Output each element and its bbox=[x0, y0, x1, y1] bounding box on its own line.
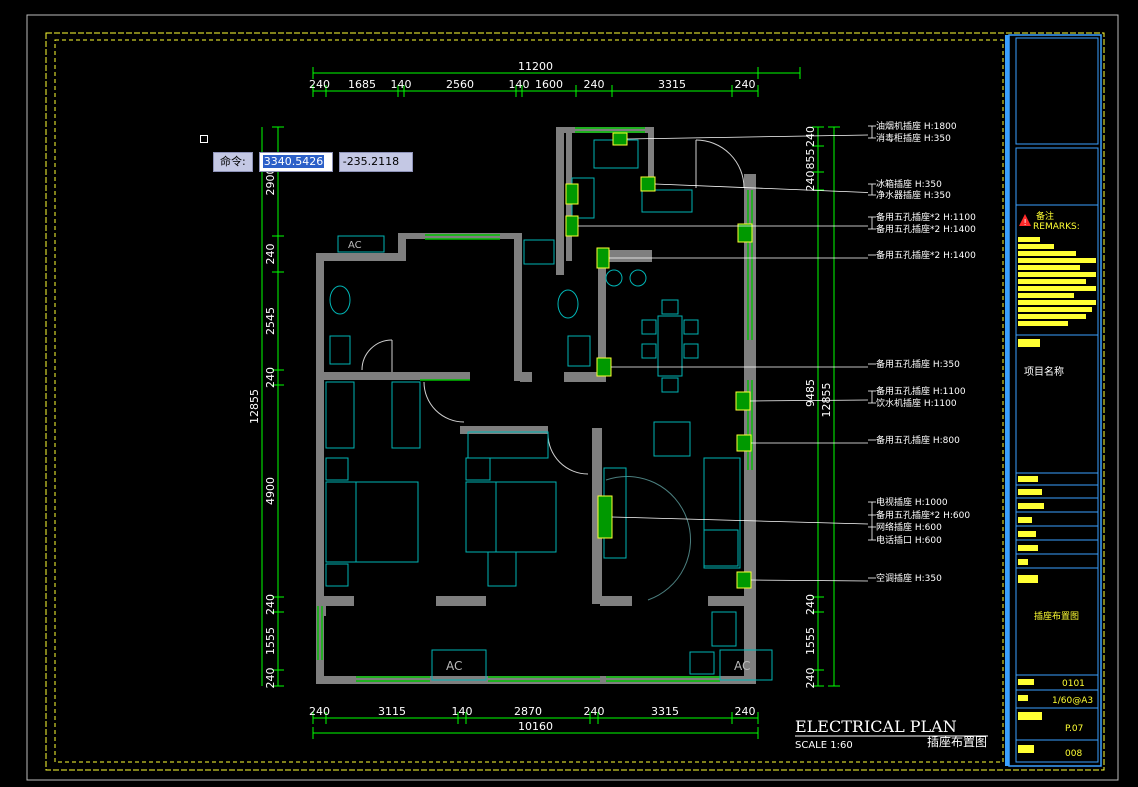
top-dim-label: 3315 bbox=[658, 78, 686, 91]
top-dim-label: 1600 bbox=[535, 78, 563, 91]
plan-cn-title: 插座布置图 bbox=[927, 734, 987, 749]
outlet-marker bbox=[596, 247, 610, 269]
left-dim-label: 240 bbox=[264, 668, 277, 689]
remarks-cn: 备注 bbox=[1036, 210, 1054, 222]
callout-text: 备用五孔插座*2 H:1100 bbox=[876, 211, 976, 223]
right-dim-label: 855 bbox=[804, 149, 817, 170]
left-dim-label: 240 bbox=[264, 367, 277, 388]
sheet-number: 008 bbox=[1065, 749, 1082, 759]
callout-text: 备用五孔插座*2 H:1400 bbox=[876, 223, 976, 235]
doors bbox=[361, 139, 745, 601]
ac-label-3: AC bbox=[734, 659, 750, 673]
callout-text: 备用五孔插座*2 H:600 bbox=[876, 509, 970, 521]
callout-text: 消毒柜插座 H:350 bbox=[876, 132, 951, 144]
x-coordinate-input[interactable]: 3340.5426 bbox=[258, 152, 333, 172]
project-name: 项目名称 bbox=[1024, 365, 1064, 378]
callout-text: 冰箱插座 H:350 bbox=[876, 178, 942, 190]
drawing-number: 0101 bbox=[1062, 679, 1085, 689]
callout-text: 备用五孔插座 H:800 bbox=[876, 434, 960, 446]
bottom-dim-label: 240 bbox=[309, 705, 330, 718]
drawing-scale: 1/60@A3 bbox=[1052, 696, 1093, 706]
callout-text: 净水器插座 H:350 bbox=[876, 189, 951, 201]
bottom-dim-label: 3315 bbox=[651, 705, 679, 718]
remarks-en: REMARKS: bbox=[1033, 222, 1080, 232]
plan-title: ELECTRICAL PLAN bbox=[795, 717, 957, 736]
title-block: ! 备注 REMARKS: 项目名称 插座布置图 0101 1/60@A3 P.… bbox=[1005, 34, 1102, 767]
outlet-marker bbox=[736, 434, 752, 452]
top-dim-label: 1685 bbox=[348, 78, 376, 91]
outlet-marker bbox=[640, 176, 656, 192]
right-dim-label: 1555 bbox=[804, 627, 817, 655]
outlet-marker bbox=[596, 357, 612, 377]
callout-text: 油烟机插座 H:1800 bbox=[876, 120, 957, 132]
top-dim-label: 140 bbox=[391, 78, 412, 91]
bottom-dim-label: 140 bbox=[452, 705, 473, 718]
callout-text: 电视插座 H:1000 bbox=[876, 496, 948, 508]
outlet-marker bbox=[597, 495, 613, 539]
outlet-marker bbox=[565, 183, 579, 205]
callout-text: 备用五孔插座 H:1100 bbox=[876, 385, 966, 397]
furniture bbox=[325, 139, 773, 681]
y-coordinate-input[interactable]: -235.2118 bbox=[338, 152, 413, 172]
right-dim-label: 240 bbox=[804, 668, 817, 689]
left-dim-label: 4900 bbox=[264, 477, 277, 505]
top-dim-label: 2560 bbox=[446, 78, 474, 91]
top-dim-label: 140 bbox=[509, 78, 530, 91]
outlet-marker bbox=[565, 215, 579, 237]
bottom-dim-total: 10160 bbox=[518, 720, 553, 733]
bottom-dim-label: 3115 bbox=[378, 705, 406, 718]
outlet-marker bbox=[612, 132, 628, 146]
page-number: P.07 bbox=[1065, 724, 1083, 734]
outlet-marker bbox=[736, 571, 752, 589]
plan-scale: SCALE 1:60 bbox=[795, 740, 853, 751]
cad-drawing-canvas[interactable]: ! 备注 REMARKS: 项目名称 插座布置图 0101 1/60@A3 P.… bbox=[0, 0, 1138, 787]
x-coordinate-value: 3340.5426 bbox=[262, 155, 325, 168]
windows bbox=[317, 127, 753, 682]
left-dim-total: 12855 bbox=[248, 389, 261, 424]
right-dim-inner: 9485 bbox=[804, 379, 817, 407]
dynamic-input[interactable]: 命令: 3340.5426 -235.2118 bbox=[213, 152, 413, 172]
outlet-marker bbox=[735, 391, 751, 411]
callout-text: 备用五孔插座 H:350 bbox=[876, 358, 960, 370]
svg-text:!: ! bbox=[1024, 218, 1027, 227]
left-dim-label: 240 bbox=[264, 244, 277, 265]
top-dim-total: 11200 bbox=[518, 60, 553, 73]
top-dim-label: 240 bbox=[309, 78, 330, 91]
bottom-dim-label: 2870 bbox=[514, 705, 542, 718]
ac-label-1: AC bbox=[348, 240, 362, 251]
crosshair-pickbox bbox=[200, 135, 208, 143]
outlet-callouts: 油烟机插座 H:1800消毒柜插座 H:350 冰箱插座 H:350净水器插座 H… bbox=[578, 120, 976, 584]
outlet-marker bbox=[737, 223, 753, 243]
callout-text: 空调插座 H:350 bbox=[876, 572, 942, 584]
command-prompt-label: 命令: bbox=[213, 152, 253, 172]
left-dim-label: 1555 bbox=[264, 627, 277, 655]
right-dim-label: 240 bbox=[804, 171, 817, 192]
callout-text: 备用五孔插座*2 H:1400 bbox=[876, 249, 976, 261]
right-dim-label: 240 bbox=[804, 594, 817, 615]
bottom-dim-label: 240 bbox=[735, 705, 756, 718]
walls bbox=[316, 127, 756, 684]
ac-label-2: AC bbox=[446, 659, 462, 673]
floor-plan[interactable]: AC AC AC bbox=[316, 127, 773, 684]
callout-text: 网络插座 H:600 bbox=[876, 521, 942, 533]
top-dim-label: 240 bbox=[735, 78, 756, 91]
right-dim-label: 240 bbox=[804, 126, 817, 147]
callout-text: 电话插口 H:600 bbox=[876, 534, 942, 546]
callout-text: 饮水机插座 H:1100 bbox=[876, 397, 957, 409]
drawing-name: 插座布置图 bbox=[1034, 610, 1079, 622]
bottom-dim-label: 240 bbox=[584, 705, 605, 718]
sheet-inner-frame bbox=[54, 39, 1004, 763]
left-dim-label: 240 bbox=[264, 594, 277, 615]
top-dim-label: 240 bbox=[584, 78, 605, 91]
left-dim-label: 2545 bbox=[264, 307, 277, 335]
